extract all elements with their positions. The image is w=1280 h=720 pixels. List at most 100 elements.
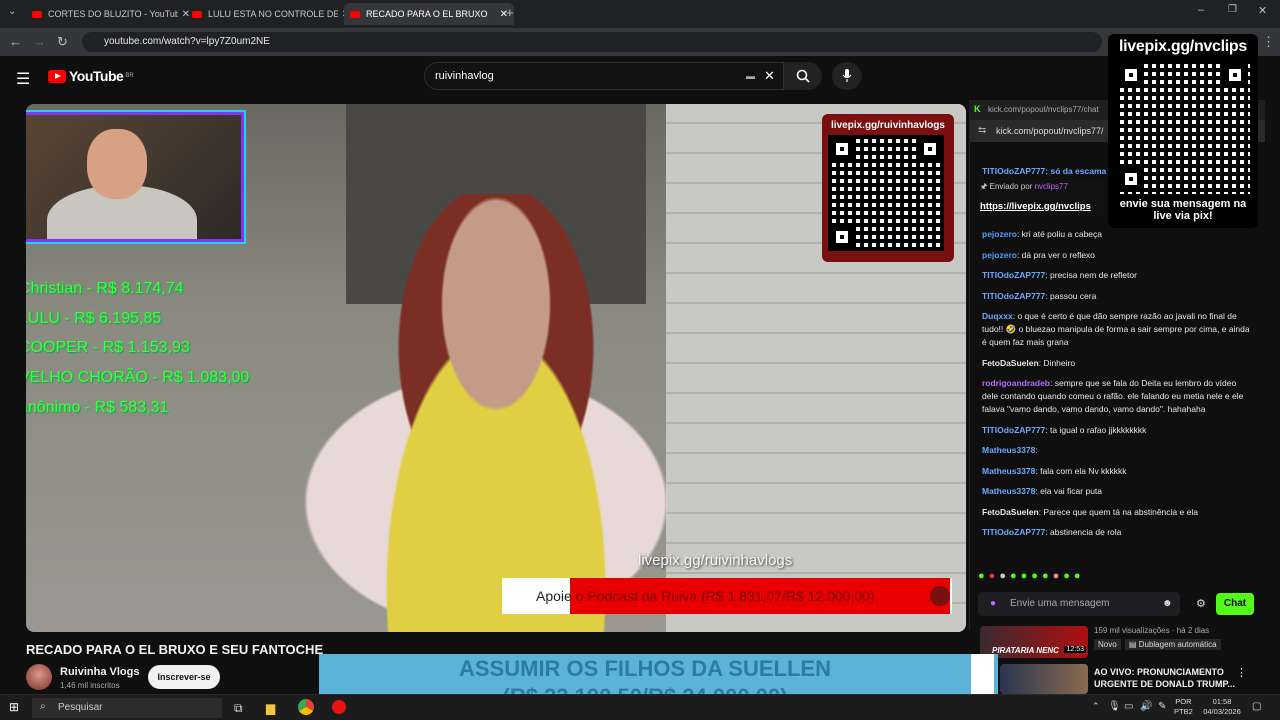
new-tab-icon[interactable]: + [506, 5, 514, 20]
keyboard-icon[interactable]: ▬ [746, 71, 755, 81]
file-explorer-icon[interactable]: ▆ [266, 701, 275, 715]
goal-text-right: o Podcast da Ruiva (R$ 1.831,07/R$ 12.00… [571, 588, 875, 604]
qr-code-icon [828, 135, 944, 251]
chat-username[interactable]: pejozero [982, 229, 1017, 239]
voice-search-button[interactable] [832, 62, 862, 90]
emote-icon[interactable]: ● [999, 570, 1010, 582]
chat-username[interactable]: pejozero [982, 250, 1017, 260]
mic-icon[interactable]: ● [990, 598, 996, 609]
tab-recado[interactable]: RECADO PARA O EL BRUXO ✕ [344, 3, 514, 25]
forward-icon[interactable]: → [33, 34, 46, 49]
chat-message: FetoDaSuelen: Parece que quem tá na abst… [982, 506, 1252, 519]
webcam-person-face [87, 129, 147, 199]
chat-username[interactable]: TITIOdoZAP777 [982, 527, 1045, 537]
chat-message: Matheus3378: fala com ela Nv kkkkkk [982, 465, 1252, 478]
dubbing-badge: ▤ Dublagem automática [1124, 639, 1221, 650]
minimize-icon[interactable]: – [1198, 4, 1204, 16]
emote-icon[interactable]: ● [1031, 570, 1042, 582]
qr-card-caption-line: live via pix! [1153, 210, 1213, 222]
emote-icon[interactable]: ● [978, 570, 989, 582]
taskbar-app-icon[interactable] [332, 700, 346, 714]
emote-icon[interactable]: ● [1063, 570, 1074, 582]
tab-label: RECADO PARA O EL BRUXO [366, 9, 488, 19]
menu-icon[interactable]: ⋮ [1262, 34, 1275, 50]
emote-bar[interactable]: ●●●●●●●●●● [978, 570, 1085, 582]
hamburger-menu-icon[interactable]: ☰ [16, 69, 30, 89]
task-view-icon[interactable]: ⧉ [234, 701, 243, 716]
settings-gear-icon[interactable]: ⚙ [1196, 597, 1206, 610]
chat-url[interactable]: kick.com/popout/nvclips77/ [996, 126, 1104, 136]
chat-message: TITIOdoZAP777: precisa nem de refletor [982, 269, 1252, 282]
chat-messages: pejozero: kri até poliu a cabeça pejozero… [982, 228, 1252, 547]
subscribe-button[interactable]: Inscrever-se [148, 665, 220, 689]
chat-message-input[interactable]: Envie uma mensagem [978, 592, 1180, 616]
youtube-favicon-icon [32, 10, 42, 18]
notification-icon[interactable]: ▢ [1252, 701, 1261, 712]
region-code: BR [125, 73, 134, 79]
tray-chevron-icon[interactable]: ⌃ [1092, 701, 1100, 712]
chat-text: : ela vai ficar puta [1035, 486, 1103, 496]
youtube-wordmark: YouTube [69, 68, 124, 84]
qr-card-title: livepix.gg/nvclips [1119, 38, 1247, 55]
volume-icon[interactable]: 🔊 [1140, 701, 1152, 712]
avatar[interactable] [26, 664, 52, 690]
channel-name[interactable]: Ruivinha Vlogs [60, 666, 139, 678]
emote-icon[interactable]: ● [1021, 570, 1032, 582]
chat-username[interactable]: rodrigoandradeb [982, 378, 1050, 388]
url-field[interactable]: youtube.com/watch?v=lpy7Z0um2NE [82, 32, 1102, 52]
youtube-favicon-icon [192, 10, 202, 18]
chat-text: : dá pra ver o reflexo [1016, 249, 1095, 260]
tab-cortes[interactable]: CORTES DO BLUZITO - YouTube ✕ [26, 3, 196, 25]
tab-search-icon[interactable]: ⌄ [8, 6, 16, 17]
chat-send-button[interactable]: Chat [1216, 593, 1254, 615]
qr-code-icon [1116, 60, 1250, 194]
emote-icon[interactable]: ● [1042, 570, 1053, 582]
restore-icon[interactable]: ❐ [1228, 4, 1237, 15]
pen-icon[interactable]: ✎ [1158, 701, 1166, 712]
clear-search-icon[interactable]: ✕ [764, 68, 775, 84]
clock[interactable]: 01:58 04/03/2026 [1200, 697, 1244, 717]
chat-message: TITIOdoZAP777: abstinencia de rola [982, 526, 1252, 539]
video-player[interactable]: Christian - R$ 8.174,74 LULU - R$ 6.195,… [26, 104, 966, 632]
tab-lulu[interactable]: LULU ESTA NO CONTROLE DE ✕ [186, 3, 356, 25]
network-icon[interactable]: ▭ [1124, 701, 1133, 712]
related-thumbnail[interactable] [1000, 664, 1088, 694]
chat-username[interactable]: TITIOdoZAP777 [982, 425, 1045, 435]
chat-username[interactable]: FetoDaSuelen [982, 507, 1039, 517]
reload-icon[interactable]: ↻ [57, 34, 68, 50]
related-title-line: AO VIVO: PRONUNCIAMENTO [1094, 667, 1224, 677]
qr-overlay: livepix.gg/ruivinhavlogs [822, 114, 954, 262]
back-icon[interactable]: ← [9, 34, 22, 49]
chrome-icon[interactable] [298, 699, 314, 715]
qr-overlay-label: livepix.gg/ruivinhavlogs [831, 120, 945, 131]
chat-username[interactable]: TITIOdoZAP777 [982, 270, 1045, 280]
chat-username[interactable]: Duqxxx [982, 311, 1013, 321]
search-input[interactable]: ruivinhavlog [424, 62, 784, 90]
microphone-tray-icon[interactable]: 🎙 [1108, 701, 1121, 712]
related-title[interactable]: AO VIVO: PRONUNCIAMENTO URGENTE DE DONAL… [1094, 666, 1235, 690]
youtube-logo[interactable]: YouTube BR [48, 68, 134, 84]
taskbar-search[interactable]: ⌕ Pesquisar [32, 698, 222, 718]
windows-start-icon[interactable]: ⊞ [9, 700, 19, 714]
more-options-icon[interactable]: ⋮ [1236, 666, 1247, 679]
emote-icon[interactable]: ● [1010, 570, 1021, 582]
address-bar: ← → ↻ youtube.com/watch?v=lpy7Z0um2NE ⋮ [0, 28, 1280, 56]
chat-username[interactable]: FetoDaSuelen [982, 358, 1039, 368]
emote-icon[interactable]: ● [989, 570, 1000, 582]
thumbnail-text: PIRATARIA NENC [992, 646, 1059, 655]
chat-username[interactable]: Matheus3378 [982, 466, 1035, 476]
language-indicator[interactable]: POR PTB2 [1174, 697, 1193, 717]
emote-icon[interactable]: ● [1074, 570, 1085, 582]
chat-message: TITIOdoZAP777: passou cera [982, 290, 1252, 303]
window-close-icon[interactable]: ✕ [1258, 4, 1267, 17]
pin-icon: 🖈 [980, 182, 988, 191]
chat-username[interactable]: TITIOdoZAP777 [982, 291, 1045, 301]
emote-icon[interactable]: ● [1053, 570, 1064, 582]
chat-text: : ta igual o rafao jjkkkkkkkk [1045, 424, 1147, 435]
chat-username[interactable]: Matheus3378 [982, 445, 1035, 455]
keyboard-layout: PTB2 [1174, 707, 1193, 716]
emoji-icon[interactable]: ☻ [1162, 598, 1173, 609]
chat-username[interactable]: Matheus3378 [982, 486, 1035, 496]
donor-entry: LULU - R$ 6.195,85 [26, 309, 162, 327]
search-button[interactable] [784, 62, 822, 90]
